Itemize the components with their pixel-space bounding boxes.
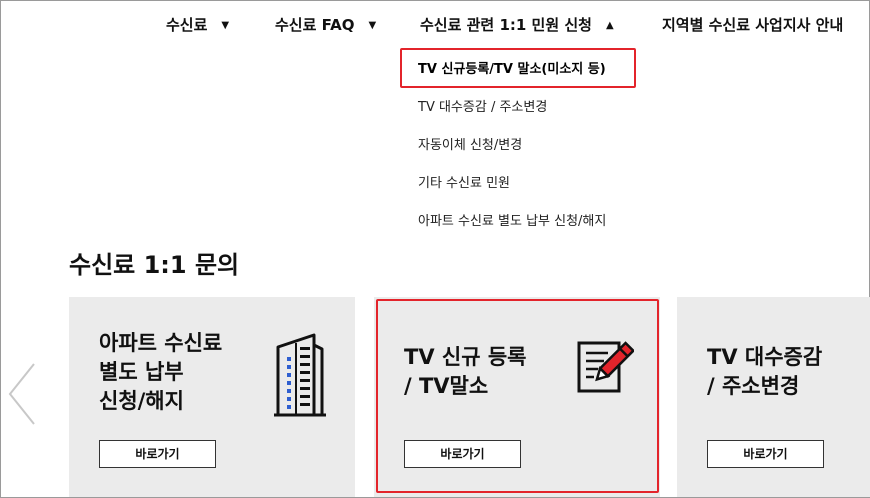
nav-item-label: 수신료 <box>166 16 208 34</box>
nav-item-fee[interactable]: 수신료 ▼ <box>166 14 229 35</box>
go-button[interactable]: 바로가기 <box>99 440 216 468</box>
section-title: 수신료 1:1 문의 <box>69 251 240 279</box>
chevron-left-icon[interactable] <box>6 362 38 426</box>
nav-item-label: 수신료 관련 1:1 민원 신청 <box>420 16 592 34</box>
dropdown-item-auto-transfer[interactable]: 자동이체 신청/변경 <box>418 134 522 153</box>
apartment-building-icon <box>274 333 326 417</box>
chevron-down-icon: ▼ <box>221 20 230 31</box>
dropdown-item-tv-register[interactable]: TV 신규등록/TV 말소(미소지 등) <box>418 58 606 77</box>
card-title-line: 아파트 수신료 <box>99 331 223 355</box>
card-title-line: 신청/해지 <box>99 389 184 413</box>
card-title: TV 대수증감 / 주소변경 <box>707 343 822 401</box>
card-apartment-fee: 아파트 수신료 별도 납부 신청/해지 바로가기 <box>69 297 355 497</box>
card-title-line: TV 대수증감 <box>707 345 823 369</box>
dropdown-item-other-complaints[interactable]: 기타 수신료 민원 <box>418 172 510 191</box>
dropdown-item-apartment-separate-payment[interactable]: 아파트 수신료 별도 납부 신청/해지 <box>418 210 606 229</box>
chevron-down-icon: ▼ <box>368 20 377 31</box>
card-title-line: / 주소변경 <box>707 374 800 398</box>
go-button[interactable]: 바로가기 <box>707 440 824 468</box>
card-title-line: 별도 납부 <box>99 360 184 384</box>
card-tv-count-address: TV 대수증감 / 주소변경 바로가기 <box>677 297 870 497</box>
top-navigation: 수신료 ▼ 수신료 FAQ ▼ 수신료 관련 1:1 민원 신청 ▲ 지역별 수신료 … <box>0 14 870 38</box>
nav-item-label: 수신료 FAQ <box>275 16 355 34</box>
nav-item-complaint[interactable]: 수신료 관련 1:1 민원 신청 ▲ <box>420 14 614 35</box>
highlight-box <box>376 299 659 493</box>
chevron-up-icon: ▲ <box>605 20 614 31</box>
dropdown-item-tv-count-address[interactable]: TV 대수증감 / 주소변경 <box>418 96 547 115</box>
nav-item-label: 지역별 수신료 사업지사 안내 <box>662 16 844 34</box>
nav-item-fee-faq[interactable]: 수신료 FAQ ▼ <box>275 14 376 35</box>
nav-item-regional-office[interactable]: 지역별 수신료 사업지사 안내 <box>662 14 843 35</box>
card-title: 아파트 수신료 별도 납부 신청/해지 <box>99 329 222 416</box>
